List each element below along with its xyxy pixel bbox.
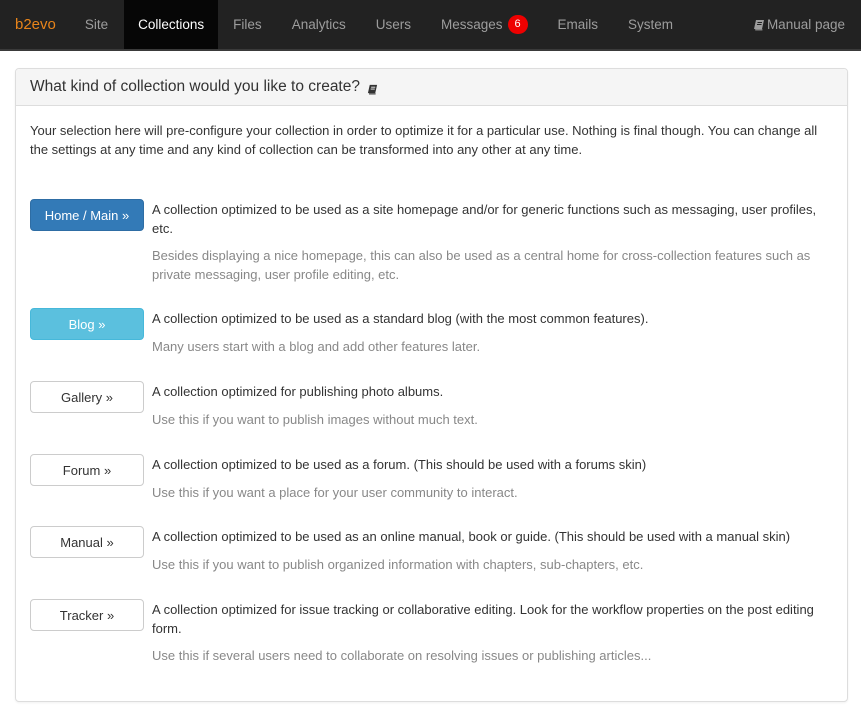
book-icon[interactable]: [367, 82, 378, 94]
manual-page-label: Manual page: [766, 17, 845, 32]
panel-heading: What kind of collection would you like t…: [16, 69, 847, 106]
nav-item-site[interactable]: Site: [70, 0, 123, 49]
nav-item-files[interactable]: Files: [218, 0, 277, 49]
tracker-button[interactable]: Tracker »: [30, 599, 144, 631]
nav-item-messages[interactable]: Messages 6: [426, 0, 543, 49]
top-navbar: b2evo Site Collections Files Analytics U…: [0, 0, 861, 51]
option-tracker: Tracker » A collection optimized for iss…: [30, 599, 830, 666]
option-description: A collection optimized for issue trackin…: [152, 602, 814, 636]
blog-button[interactable]: Blog »: [30, 308, 144, 340]
option-note: Use this if you want to publish images w…: [152, 411, 478, 427]
nav-item-system[interactable]: System: [613, 0, 688, 49]
option-forum: Forum » A collection optimized to be use…: [30, 454, 830, 502]
option-description: A collection optimized to be used as an …: [152, 529, 791, 544]
book-icon: [753, 19, 765, 31]
collection-type-panel: What kind of collection would you like t…: [15, 68, 848, 702]
option-manual: Manual » A collection optimized to be us…: [30, 526, 830, 574]
option-description: A collection optimized for publishing ph…: [152, 384, 444, 399]
gallery-button[interactable]: Gallery »: [30, 381, 144, 413]
nav-item-messages-label: Messages: [440, 17, 503, 32]
panel-body: Your selection here will pre-configure y…: [16, 106, 847, 175]
option-note: Use this if you want a place for your us…: [152, 484, 518, 500]
option-gallery: Gallery » A collection optimized for pub…: [30, 381, 830, 429]
option-description: A collection optimized to be used as a s…: [152, 311, 649, 326]
option-home: Home / Main » A collection optimized to …: [30, 199, 830, 284]
nav-item-analytics[interactable]: Analytics: [277, 0, 361, 49]
option-note: Use this if you want to publish organize…: [152, 556, 644, 572]
option-note: Besides displaying a nice homepage, this…: [152, 248, 811, 282]
nav-item-collections[interactable]: Collections: [124, 0, 219, 49]
home-main-button[interactable]: Home / Main »: [30, 199, 144, 231]
brand-logo[interactable]: b2evo: [0, 0, 70, 49]
intro-text: Your selection here will pre-configure y…: [30, 123, 818, 157]
forum-button[interactable]: Forum »: [30, 454, 144, 486]
option-description: A collection optimized to be used as a f…: [152, 457, 647, 472]
option-note: Use this if several users need to collab…: [152, 648, 652, 663]
manual-button[interactable]: Manual »: [30, 526, 144, 558]
manual-page-link[interactable]: Manual page: [753, 0, 845, 49]
panel-title: What kind of collection would you like t…: [30, 78, 360, 95]
option-description: A collection optimized to be used as a s…: [152, 202, 817, 236]
nav-item-users[interactable]: Users: [361, 0, 426, 49]
unread-messages-badge: 6: [507, 15, 528, 34]
nav-item-emails[interactable]: Emails: [543, 0, 614, 49]
option-note: Many users start with a blog and add oth…: [152, 338, 481, 354]
option-blog: Blog » A collection optimized to be used…: [30, 308, 830, 356]
